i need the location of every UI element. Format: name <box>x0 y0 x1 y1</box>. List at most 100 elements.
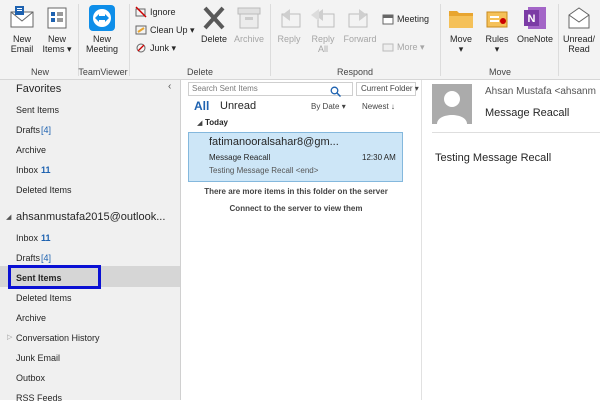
svg-text:N: N <box>528 13 536 25</box>
reply-all-label-2: All <box>317 44 328 54</box>
favorite-deleted-items[interactable]: Deleted Items <box>16 185 72 195</box>
folder-deleted-items[interactable]: Deleted Items <box>16 293 72 303</box>
tab-all[interactable]: All <box>194 99 209 113</box>
archive-button[interactable]: Archive <box>232 4 266 44</box>
chevron-down-icon: ▾ <box>169 43 177 53</box>
forward-label: Forward <box>343 34 377 44</box>
search-input[interactable]: Search Sent Items <box>188 82 353 96</box>
chevron-down-icon: ▾ <box>494 44 500 54</box>
collapse-group-icon[interactable]: ◢ <box>197 119 202 127</box>
reply-button[interactable]: Reply <box>273 4 305 44</box>
search-icon[interactable] <box>330 84 342 102</box>
group-separator <box>558 4 559 76</box>
new-email-button[interactable]: New Email <box>6 4 38 54</box>
message-list: Search Sent Items Current Folder ▾ All U… <box>181 80 422 400</box>
group-label-delete: Delete <box>186 67 213 77</box>
folder-conversation-history[interactable]: Conversation History <box>16 333 100 343</box>
folder-move-icon <box>447 4 475 32</box>
folder-drafts[interactable]: Drafts[4] <box>16 253 51 263</box>
move-button[interactable]: Move ▾ <box>444 4 478 54</box>
connect-server-link[interactable]: Connect to the server to view them <box>181 204 411 213</box>
favorite-drafts[interactable]: Drafts[4] <box>16 125 51 135</box>
message-subject: Message Reacall <box>209 153 271 162</box>
group-separator <box>440 4 441 76</box>
divider <box>432 132 600 133</box>
group-header-today: Today <box>205 118 228 127</box>
tab-unread[interactable]: Unread <box>220 100 256 112</box>
folder-inbox[interactable]: Inbox 11 <box>16 233 51 243</box>
reading-sender: Ahsan Mustafa <ahsanm <box>485 86 596 97</box>
more-items-notice: There are more items in this folder on t… <box>204 187 388 196</box>
reading-pane: Ahsan Mustafa <ahsanm Message Reacall Te… <box>422 80 600 400</box>
clean-up-label: Clean Up <box>150 25 188 35</box>
chevron-down-icon: ▾ <box>417 42 425 52</box>
folder-junk-email[interactable]: Junk Email <box>16 353 60 363</box>
expand-folder-icon[interactable]: ▷ <box>7 333 12 341</box>
new-meeting-label-2: Meeting <box>85 44 119 54</box>
sort-by-dropdown[interactable]: By Date ▾ <box>311 102 346 111</box>
rules-button[interactable]: Rules ▾ <box>481 4 513 54</box>
group-label-respond: Respond <box>336 67 374 77</box>
teamviewer-icon <box>88 4 116 32</box>
onenote-button[interactable]: N OneNote <box>514 4 556 44</box>
archive-icon <box>235 4 263 32</box>
new-meeting-button[interactable]: New Meeting <box>82 4 122 54</box>
delete-x-icon <box>200 4 228 32</box>
reply-all-icon <box>310 4 336 32</box>
unread-read-button[interactable]: Unread/ Read <box>560 4 598 54</box>
inbox-count: 11 <box>41 165 51 175</box>
sort-order-toggle[interactable]: Newest ↓ <box>362 102 395 111</box>
new-items-label-2: Items ▾ <box>42 44 72 54</box>
more-icon <box>382 41 394 53</box>
folder-archive[interactable]: Archive <box>16 313 46 323</box>
unread-read-label-2: Read <box>568 44 590 54</box>
inbox-count: 11 <box>41 233 51 243</box>
favorite-inbox[interactable]: Inbox 11 <box>16 165 51 175</box>
junk-label: Junk <box>150 43 170 53</box>
junk-button[interactable]: Junk ▾ <box>135 40 176 56</box>
folder-outbox[interactable]: Outbox <box>16 373 45 383</box>
group-separator <box>270 4 271 76</box>
ignore-icon <box>135 6 147 18</box>
new-items-label-1: New <box>47 34 66 44</box>
highlight-box <box>8 265 101 289</box>
new-email-label-1: New <box>12 34 31 44</box>
group-label-move: Move <box>488 67 511 77</box>
new-email-icon <box>9 4 35 32</box>
forward-icon <box>347 4 373 32</box>
expand-account-icon[interactable]: ◢ <box>6 213 11 221</box>
reply-label: Reply <box>277 34 301 44</box>
clean-up-button[interactable]: Clean Up ▾ <box>135 22 195 38</box>
clean-up-icon <box>135 24 147 36</box>
folder-rss-feeds[interactable]: RSS Feeds <box>16 393 62 403</box>
ignore-button[interactable]: Ignore <box>135 4 176 20</box>
meeting-button[interactable]: Meeting <box>382 11 429 27</box>
chevron-down-icon: ▾ <box>187 25 195 35</box>
unread-read-label-1: Unread/ <box>562 34 596 44</box>
archive-label: Archive <box>233 34 264 44</box>
favorite-archive[interactable]: Archive <box>16 145 46 155</box>
favorite-sent-items[interactable]: Sent Items <box>16 105 59 115</box>
ribbon: New Email New Items ▾ New New Meeting Te… <box>0 0 600 80</box>
more-button[interactable]: More ▾ <box>382 39 425 55</box>
delete-button[interactable]: Delete <box>197 4 231 44</box>
onenote-icon: N <box>522 4 548 32</box>
message-sender: fatimanooralsahar8@gm... <box>209 136 339 148</box>
move-label: Move <box>449 34 472 44</box>
search-scope-dropdown[interactable]: Current Folder ▾ <box>356 82 419 96</box>
new-items-button[interactable]: New Items ▾ <box>41 4 73 54</box>
reply-icon <box>276 4 302 32</box>
account-header[interactable]: ahsanmustafa2015@outlook... <box>16 211 165 223</box>
collapse-pane-icon[interactable]: ‹ <box>168 81 171 92</box>
favorites-header[interactable]: Favorites <box>16 83 61 95</box>
junk-icon <box>135 42 147 54</box>
message-body: Testing Message Recall <box>435 152 552 164</box>
drafts-count: [4] <box>41 125 52 135</box>
reply-all-label-1: Reply <box>311 34 335 44</box>
forward-button[interactable]: Forward <box>341 4 379 44</box>
message-item[interactable]: fatimanooralsahar8@gm... Message Reacall… <box>188 132 403 182</box>
new-items-icon <box>44 4 70 32</box>
ignore-label: Ignore <box>150 7 176 17</box>
new-email-label-2: Email <box>10 44 34 54</box>
reply-all-button[interactable]: Reply All <box>307 4 339 54</box>
